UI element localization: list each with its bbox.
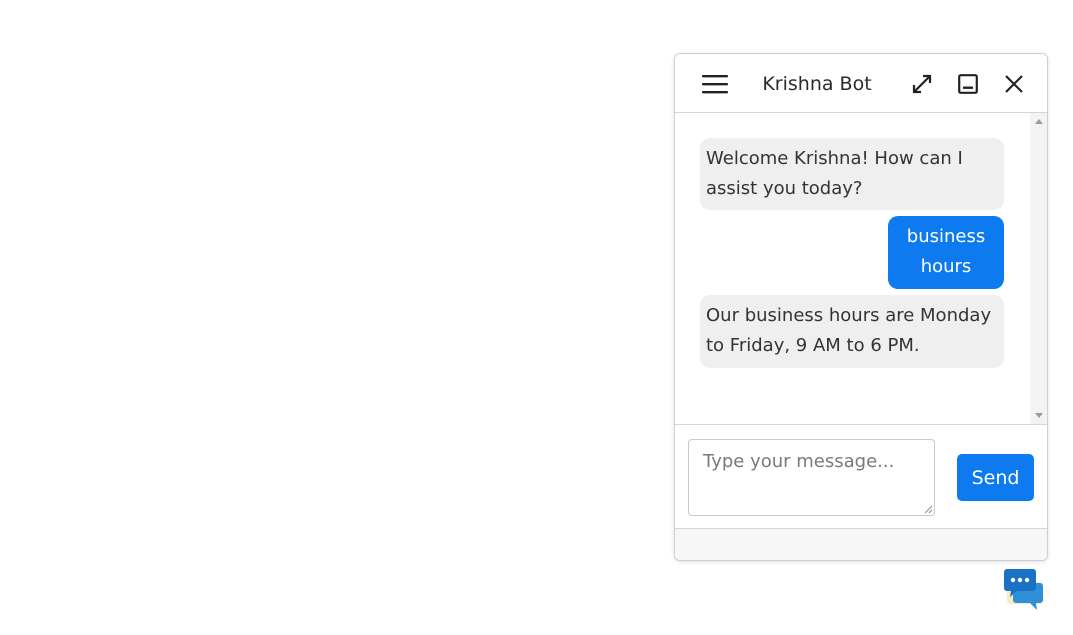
minimize-window-icon bbox=[958, 74, 978, 94]
close-button[interactable] bbox=[998, 68, 1030, 100]
chat-bubbles-icon bbox=[1004, 569, 1043, 610]
chat-header: Krishna Bot bbox=[675, 54, 1047, 113]
message-composer: Send bbox=[675, 425, 1047, 529]
close-icon bbox=[1005, 75, 1023, 93]
bot-message: Our business hours are Monday to Friday,… bbox=[700, 295, 1004, 368]
minimize-button[interactable] bbox=[952, 68, 984, 100]
scroll-up-arrow-icon[interactable] bbox=[1035, 119, 1043, 124]
message-list[interactable]: Welcome Krishna! How can I assist you to… bbox=[675, 113, 1047, 425]
expand-diagonal-icon bbox=[912, 74, 932, 94]
scroll-down-arrow-icon[interactable] bbox=[1035, 413, 1043, 418]
chat-window-footer-strip bbox=[675, 529, 1047, 560]
chat-launcher-button[interactable] bbox=[1001, 566, 1047, 612]
hamburger-menu-icon bbox=[702, 75, 728, 94]
expand-button[interactable] bbox=[906, 68, 938, 100]
resize-grip-icon[interactable] bbox=[924, 505, 933, 514]
bot-message: Welcome Krishna! How can I assist you to… bbox=[700, 138, 1004, 210]
menu-button[interactable] bbox=[699, 68, 731, 100]
chat-window: Krishna Bot Welcome Krishna! How can I a… bbox=[674, 53, 1048, 561]
user-message: business hours bbox=[888, 216, 1004, 289]
chat-title: Krishna Bot bbox=[762, 73, 872, 95]
send-button[interactable]: Send bbox=[957, 454, 1034, 501]
vertical-scrollbar[interactable] bbox=[1030, 113, 1047, 424]
message-input[interactable] bbox=[688, 439, 935, 516]
